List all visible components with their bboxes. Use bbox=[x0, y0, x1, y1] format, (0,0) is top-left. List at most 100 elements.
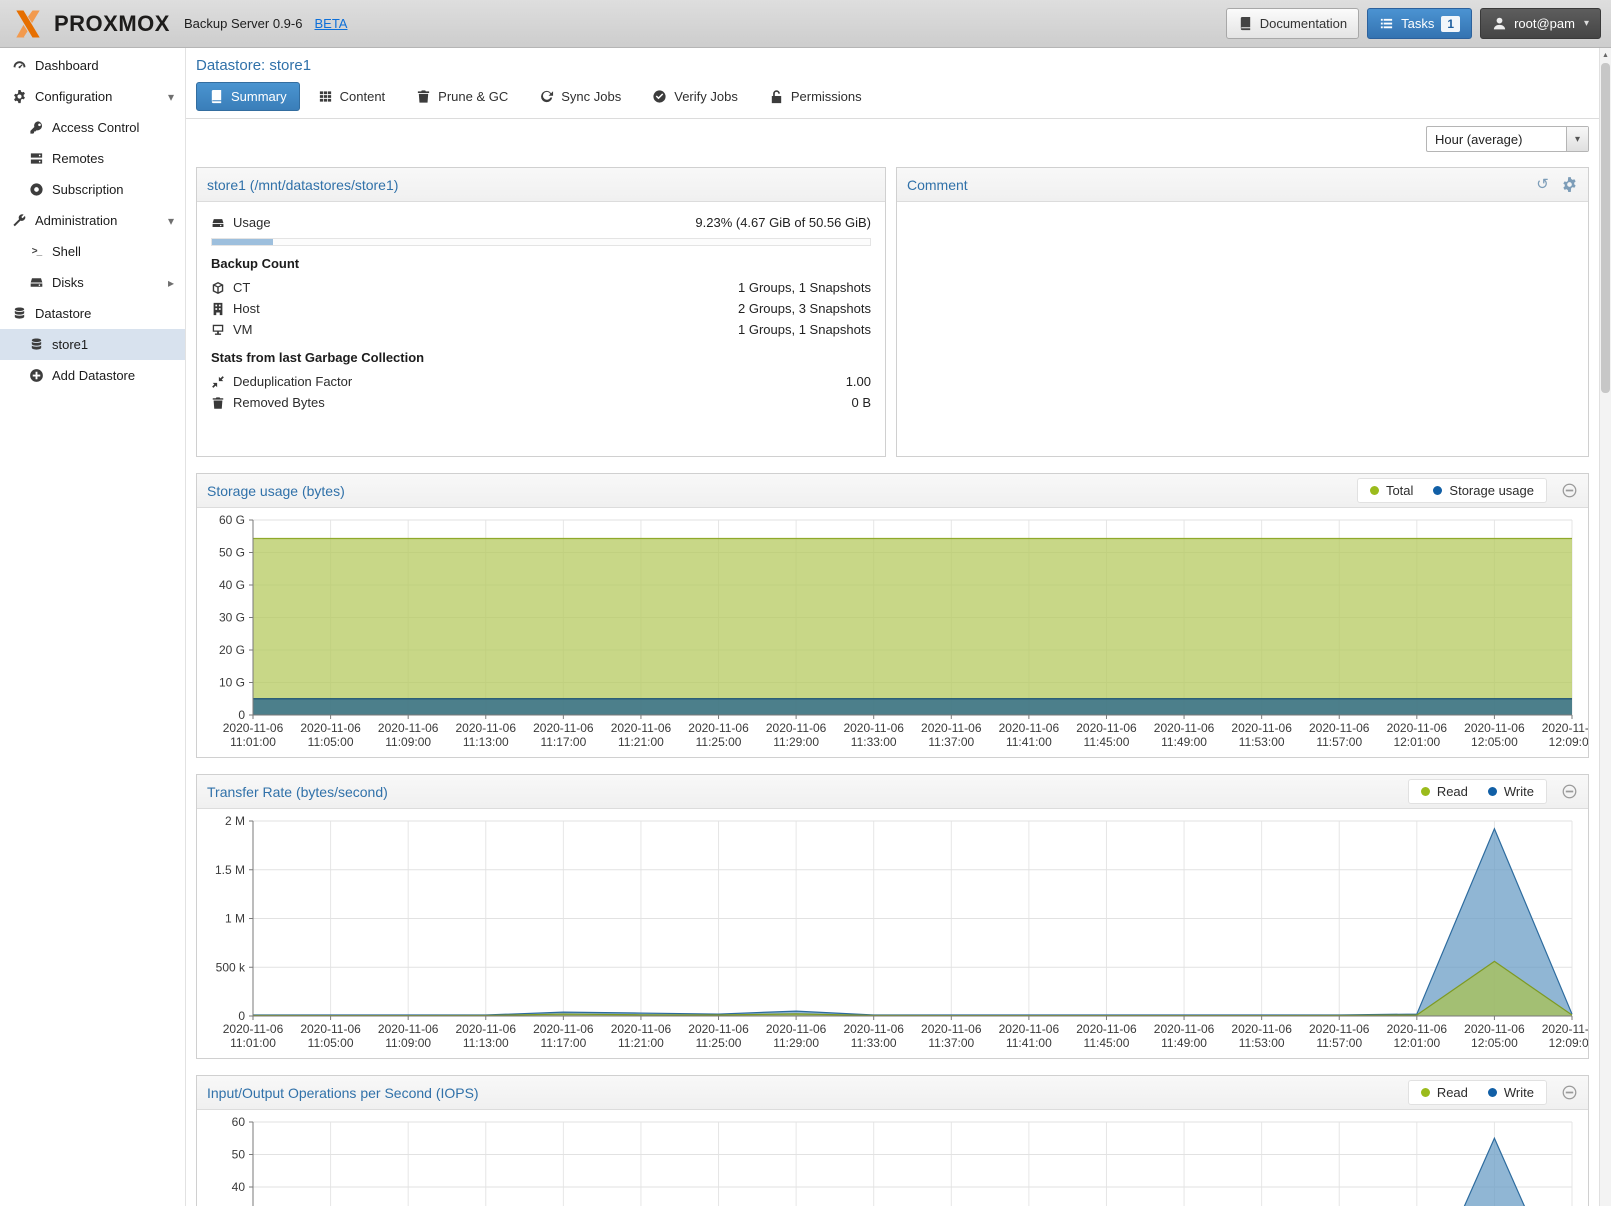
chart-2-header: Input/Output Operations per Second (IOPS… bbox=[197, 1076, 1588, 1110]
tab-label: Sync Jobs bbox=[561, 89, 621, 104]
page-head: Datastore: store1 bbox=[186, 48, 1599, 76]
sidebar-item-access-control[interactable]: Access Control bbox=[0, 112, 185, 143]
usage-value: 9.23% (4.67 GiB of 50.56 GiB) bbox=[695, 215, 871, 230]
sidebar-item-add-datastore[interactable]: Add Datastore bbox=[0, 360, 185, 391]
tab-label: Summary bbox=[231, 89, 287, 104]
row-label: Removed Bytes bbox=[233, 395, 325, 410]
svg-text:2020-11-0611:13:00: 2020-11-0611:13:00 bbox=[456, 1022, 517, 1050]
chart-0-body: 010 G20 G30 G40 G50 G60 G2020-11-0611:01… bbox=[197, 508, 1588, 757]
svg-text:2020-11-0611:53:00: 2020-11-0611:53:00 bbox=[1231, 1022, 1292, 1050]
tab-summary[interactable]: Summary bbox=[196, 82, 300, 111]
building-icon bbox=[211, 302, 225, 316]
legend-item-read[interactable]: Read bbox=[1421, 1085, 1468, 1100]
combo-trigger-icon[interactable]: ▾ bbox=[1566, 127, 1588, 151]
sidebar-item-disks[interactable]: Disks ▸ bbox=[0, 267, 185, 298]
user-menu-button[interactable]: root@pam ▾ bbox=[1480, 8, 1601, 39]
sidebar-item-label: Disks bbox=[52, 275, 84, 290]
collapse-icon[interactable] bbox=[1561, 482, 1578, 499]
chevron-down-icon[interactable]: ▾ bbox=[165, 90, 177, 104]
reload-icon[interactable]: ↺ bbox=[1534, 176, 1551, 193]
row-label: Host bbox=[233, 301, 260, 316]
cube-icon bbox=[211, 281, 225, 295]
chevron-right-icon[interactable]: ▸ bbox=[165, 276, 177, 290]
trash-icon bbox=[211, 396, 225, 410]
legend-dot bbox=[1488, 787, 1497, 796]
sidebar-item-store1[interactable]: store1 bbox=[0, 329, 185, 360]
chart-0-title: Storage usage (bytes) bbox=[207, 483, 345, 499]
gc-stats-rows: Deduplication Factor1.00Removed Bytes0 B bbox=[211, 371, 871, 413]
tasks-label: Tasks bbox=[1401, 16, 1434, 31]
sidebar-item-configuration[interactable]: Configuration▾ bbox=[0, 81, 185, 112]
chart-panel-0: Storage usage (bytes) Total Storage usage… bbox=[196, 473, 1589, 758]
svg-text:2020-11-0611:13:00: 2020-11-0611:13:00 bbox=[456, 721, 517, 749]
legend-label: Write bbox=[1504, 1085, 1534, 1100]
chart-panel-1: Transfer Rate (bytes/second) ReadWrite 0… bbox=[196, 774, 1589, 1059]
chart-2-title: Input/Output Operations per Second (IOPS… bbox=[207, 1085, 479, 1101]
row-label: CT bbox=[233, 280, 250, 295]
tab-prune-gc[interactable]: Prune & GC bbox=[403, 82, 521, 111]
tasks-button[interactable]: Tasks 1 bbox=[1367, 8, 1472, 39]
legend-item-total[interactable]: Total bbox=[1370, 483, 1413, 498]
iops-chart: 01020304050602020-11-0611:01:002020-11-0… bbox=[197, 1110, 1588, 1206]
documentation-button[interactable]: Documentation bbox=[1226, 8, 1359, 39]
collapse-icon[interactable] bbox=[1561, 783, 1578, 800]
svg-text:2020-11-0611:57:00: 2020-11-0611:57:00 bbox=[1309, 1022, 1370, 1050]
legend-item-read[interactable]: Read bbox=[1421, 784, 1468, 799]
tab-sync-jobs-icon bbox=[539, 89, 554, 104]
chart-1-legend: Read Write bbox=[1408, 779, 1547, 804]
row-value: 1.00 bbox=[846, 374, 871, 389]
tab-permissions[interactable]: Permissions bbox=[756, 82, 875, 111]
tasks-badge: 1 bbox=[1441, 16, 1460, 32]
row-value: 1 Groups, 1 Snapshots bbox=[738, 322, 871, 337]
legend-label: Total bbox=[1386, 483, 1413, 498]
tab-verify-jobs[interactable]: Verify Jobs bbox=[639, 82, 751, 111]
tab-label: Permissions bbox=[791, 89, 862, 104]
row-value: 1 Groups, 1 Snapshots bbox=[738, 280, 871, 295]
beta-link[interactable]: BETA bbox=[314, 16, 347, 31]
svg-text:2 M: 2 M bbox=[225, 814, 245, 828]
tab-content[interactable]: Content bbox=[305, 82, 399, 111]
vertical-scrollbar[interactable]: ▲ bbox=[1599, 48, 1611, 1206]
hdd-icon bbox=[211, 216, 225, 230]
documentation-label: Documentation bbox=[1260, 16, 1347, 31]
sidebar-item-administration[interactable]: Administration▾ bbox=[0, 205, 185, 236]
tab-sync-jobs[interactable]: Sync Jobs bbox=[526, 82, 634, 111]
legend-dot bbox=[1488, 1088, 1497, 1097]
sidebar-item-shell[interactable]: >_Shell bbox=[0, 236, 185, 267]
top-header: PROXMOX Backup Server 0.9-6 BETA Documen… bbox=[0, 0, 1611, 48]
gear-icon[interactable] bbox=[1561, 176, 1578, 193]
tabbar-wrap: Summary ContentPrune & GC Sync Jobs Verify … bbox=[186, 76, 1599, 119]
legend-item-write[interactable]: Write bbox=[1488, 784, 1534, 799]
legend-item-storage-usage[interactable]: Storage usage bbox=[1433, 483, 1534, 498]
sidebar-item-remotes[interactable]: Remotes bbox=[0, 143, 185, 174]
svg-text:2020-11-0611:25:00: 2020-11-0611:25:00 bbox=[688, 721, 749, 749]
svg-text:2020-11-0611:53:00: 2020-11-0611:53:00 bbox=[1231, 721, 1292, 749]
sidebar-item-label: store1 bbox=[52, 337, 88, 352]
row-value: 0 B bbox=[851, 395, 871, 410]
chevron-down-icon[interactable]: ▾ bbox=[165, 214, 177, 228]
scroll-thumb[interactable] bbox=[1601, 63, 1610, 393]
compress-icon bbox=[211, 375, 225, 389]
svg-text:2020-11-0611:33:00: 2020-11-0611:33:00 bbox=[843, 721, 904, 749]
summary-row-vm: VM1 Groups, 1 Snapshots bbox=[211, 319, 871, 340]
sidebar-item-datastore[interactable]: Datastore bbox=[0, 298, 185, 329]
sidebar-item-subscription[interactable]: Subscription bbox=[0, 174, 185, 205]
legend-item-write[interactable]: Write bbox=[1488, 1085, 1534, 1100]
comment-panel-title: Comment bbox=[907, 177, 968, 193]
collapse-icon[interactable] bbox=[1561, 1084, 1578, 1101]
legend-label: Write bbox=[1504, 784, 1534, 799]
tab-prune-gc-icon bbox=[416, 89, 431, 104]
svg-text:2020-11-0611:09:00: 2020-11-0611:09:00 bbox=[378, 1022, 439, 1050]
svg-text:1.5 M: 1.5 M bbox=[215, 863, 245, 877]
svg-text:2020-11-0612:01:00: 2020-11-0612:01:00 bbox=[1387, 1022, 1448, 1050]
svg-text:60 G: 60 G bbox=[219, 513, 245, 527]
sidebar-item-dashboard[interactable]: Dashboard bbox=[0, 50, 185, 81]
content: store1 (/mnt/datastores/store1) Usage 9.… bbox=[186, 159, 1599, 1206]
svg-text:1 M: 1 M bbox=[225, 912, 245, 926]
time-range-combobox[interactable]: Hour (average) ▾ bbox=[1426, 126, 1589, 152]
comment-panel-body[interactable] bbox=[897, 202, 1588, 456]
svg-text:2020-11-0611:41:00: 2020-11-0611:41:00 bbox=[999, 721, 1060, 749]
scroll-up-arrow[interactable]: ▲ bbox=[1600, 48, 1611, 62]
svg-text:10 G: 10 G bbox=[219, 676, 245, 690]
caret-down-icon: ▾ bbox=[1584, 18, 1589, 29]
